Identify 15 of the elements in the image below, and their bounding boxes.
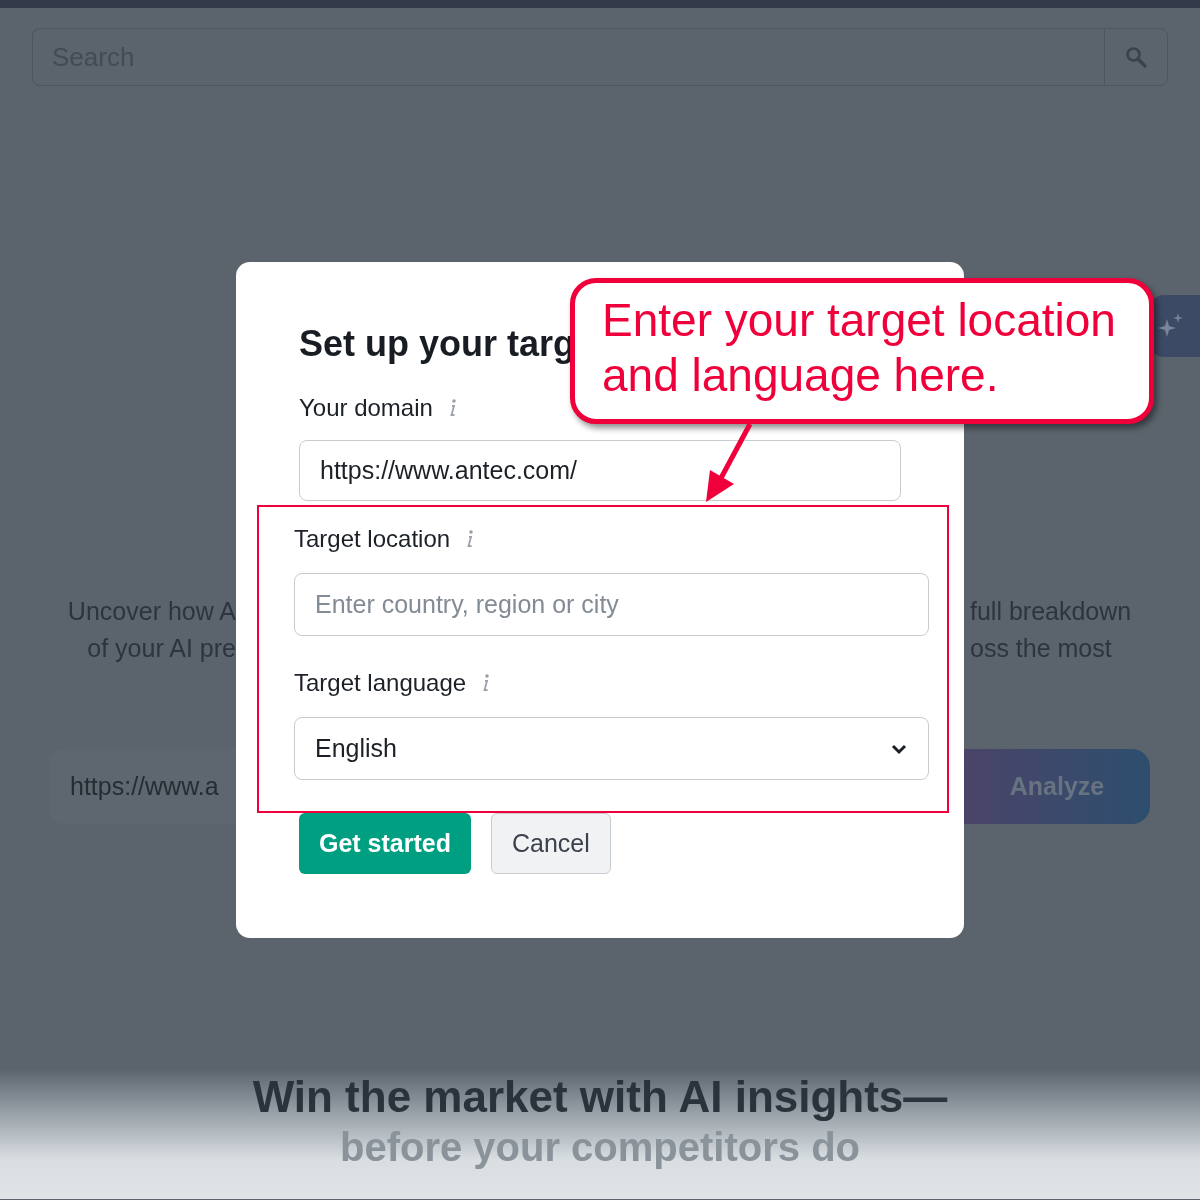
info-icon <box>464 529 475 549</box>
callout-annotation: Enter your target location and language here. <box>570 278 1154 424</box>
search-button[interactable] <box>1104 28 1168 86</box>
section-heading: Win the market with AI insights— <box>252 1071 948 1123</box>
location-input[interactable]: Enter country, region or city <box>294 573 929 636</box>
section-subheading: before your competitors do <box>339 1125 861 1169</box>
field-label: Target location <box>294 525 451 553</box>
domain-input[interactable]: https://www.antec.com/ <box>299 440 901 501</box>
cancel-button[interactable]: Cancel <box>491 813 611 874</box>
field-label: Your domain <box>299 394 433 422</box>
field-label: Target language <box>294 669 467 697</box>
chevron-down-icon <box>890 742 908 755</box>
language-select[interactable]: English <box>294 717 929 780</box>
info-icon <box>480 673 491 693</box>
search-icon <box>1124 45 1148 69</box>
